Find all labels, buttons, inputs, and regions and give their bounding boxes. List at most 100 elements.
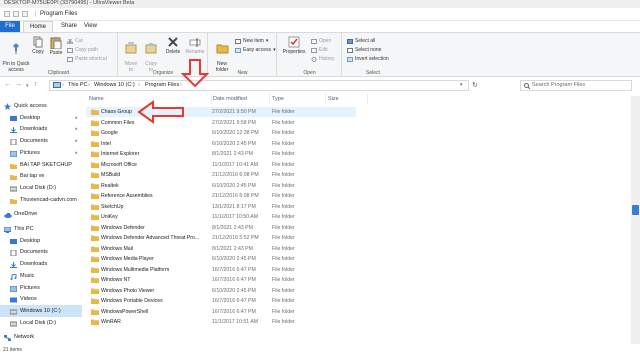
history-label: History — [319, 56, 335, 62]
vertical-scrollbar[interactable] — [631, 96, 640, 344]
paste-shortcut-button[interactable]: Paste shortcut — [67, 56, 107, 62]
nav-item-local-disk-d[interactable]: Local Disk (D:) — [0, 317, 82, 329]
nav-item-windows-10-c[interactable]: Windows 10 (C:) — [0, 304, 82, 317]
cut-button[interactable]: Cut — [67, 38, 83, 44]
folder-icon — [91, 277, 99, 283]
address-dropdown-chevron-icon[interactable]: ▾ — [460, 81, 463, 90]
nav-item-thuviencad-cadvn-com[interactable]: Thuviencad-cadvn.com — [0, 194, 82, 206]
search-input[interactable]: Search Program Files — [520, 80, 632, 91]
nav-item-downloads[interactable]: Downloads — [0, 258, 82, 270]
copy-to-button[interactable]: Copy to — [142, 36, 160, 73]
tab-file[interactable]: File — [0, 21, 20, 32]
file-date-modified: 6/10/2020 2:45 PM — [212, 182, 256, 189]
new-item-button[interactable]: New item ▾ — [235, 38, 268, 44]
file-date-modified: 16/7/2016 6:47 PM — [212, 308, 256, 315]
nav-item-bai-tap-ve[interactable]: Bai tap ve — [0, 170, 82, 182]
file-row[interactable]: WindowsPowerShell 16/7/2016 6:47 PM File f… — [86, 307, 356, 317]
select-none-label: Select none — [355, 47, 382, 53]
nav-item-quick-access[interactable]: Quick access — [0, 100, 82, 112]
nav-item-bai-tap-sketchup[interactable]: BAI TAP SKETCHUP — [0, 159, 82, 171]
back-arrow-icon[interactable]: ← — [4, 81, 11, 88]
remote-viewer-side-tab-icon[interactable] — [632, 205, 639, 215]
select-none-button[interactable]: Select none — [347, 47, 381, 53]
invert-selection-button[interactable]: Invert selection — [347, 56, 389, 62]
breadcrumb-this-pc[interactable]: This PC — [68, 81, 88, 90]
nav-item-network[interactable]: Network — [0, 331, 82, 343]
nav-item-downloads[interactable]: Downloads ★ — [0, 123, 82, 135]
qat-customize-icon[interactable] — [22, 11, 28, 17]
nav-item-music[interactable]: Music — [0, 270, 82, 282]
file-row[interactable]: Windows Media Player 6/10/2020 2:45 PM Fil… — [86, 254, 356, 264]
recent-locations-chevron-icon[interactable]: ▾ — [26, 83, 29, 89]
qat-new-folder-icon[interactable] — [13, 11, 19, 17]
file-row[interactable]: Common Files 27/2/2021 9:58 PM File folder — [86, 118, 356, 128]
nav-item-label: Local Disk (D:) — [20, 319, 57, 326]
breadcrumb-program-files[interactable]: Program Files — [145, 81, 179, 90]
nav-item-pictures[interactable]: Pictures ★ — [0, 147, 82, 159]
copy-path-button[interactable]: Copy path — [67, 47, 98, 53]
file-row[interactable]: Windows Defender 8/1/2021 2:43 PM File fol… — [86, 223, 356, 233]
file-date-modified: 21/12/2016 5:52 PM — [212, 235, 259, 241]
file-row[interactable]: Windows Mail 8/1/2021 2:43 PM File folder — [86, 244, 356, 254]
nav-item-documents[interactable]: Documents — [0, 246, 82, 258]
nav-item-label: Music — [20, 272, 35, 279]
column-header-size[interactable]: Size — [328, 94, 368, 104]
address-box[interactable]: › This PC › Windows 10 (C:) › Program Fi… — [49, 80, 469, 91]
up-arrow-icon[interactable]: ↑ — [34, 81, 38, 88]
nav-item-desktop[interactable]: Desktop ★ — [0, 112, 82, 124]
nav-item-desktop[interactable]: Desktop — [0, 235, 82, 247]
paste-button[interactable]: Paste — [47, 36, 65, 56]
file-row[interactable]: WinRAR 11/1/2017 10:51 AM File folder — [86, 317, 356, 327]
rename-button[interactable]: Rename — [185, 36, 205, 55]
item-count: 21 items — [3, 347, 22, 353]
properties-button[interactable]: Properties — [280, 36, 308, 55]
file-row[interactable]: Windows Photo Viewer 6/10/2020 2:45 PM Fil… — [86, 286, 356, 296]
refresh-icon[interactable]: ↻ — [472, 81, 478, 89]
nav-item-local-disk-d[interactable]: Local Disk (D:) — [0, 182, 82, 194]
qat-separator: | — [35, 11, 37, 17]
invert-selection-icon — [347, 56, 353, 62]
nav-item-pictures[interactable]: Pictures — [0, 282, 82, 294]
tab-view[interactable]: View — [78, 21, 103, 32]
open-group-label: Open — [303, 70, 316, 76]
file-row[interactable]: Realtek 6/10/2020 2:45 PM File folder — [86, 181, 356, 191]
file-row[interactable]: Windows Multimedia Platform 16/7/2016 6:4… — [86, 265, 356, 275]
file-row[interactable]: SketchUp 13/1/2021 8:17 PM File folder — [86, 202, 356, 212]
select-all-button[interactable]: Select all — [347, 38, 375, 44]
file-row[interactable]: MSBuild 21/12/2016 6:08 PM File folder — [86, 170, 356, 180]
file-row[interactable]: Windows Defender Advanced Threat Pro... 2… — [86, 233, 356, 243]
file-row[interactable]: Windows NT 16/7/2016 6:47 PM File folder — [86, 275, 356, 285]
column-header-type[interactable]: Type — [272, 94, 326, 104]
forward-arrow-icon[interactable]: → — [15, 81, 22, 88]
file-row[interactable]: Windows Portable Devices 16/7/2016 6:47 P… — [86, 296, 356, 306]
pictures-icon — [9, 285, 18, 292]
open-button[interactable]: Open — [311, 38, 331, 44]
breadcrumb-windows-10-c[interactable]: Windows 10 (C:) — [94, 81, 135, 90]
qat-properties-icon[interactable] — [4, 11, 10, 17]
file-row[interactable]: Intel 6/10/2020 2:45 PM File folder — [86, 139, 356, 149]
nav-item-this-pc[interactable]: This PC — [0, 223, 82, 235]
easy-access-button[interactable]: Easy access ▾ — [235, 47, 276, 53]
file-row[interactable]: Internet Explorer 8/1/2021 2:43 PM File fo… — [86, 149, 356, 159]
file-row[interactable]: Microsoft Office 11/1/2017 10:41 AM File f… — [86, 160, 356, 170]
nav-item-documents[interactable]: Documents ★ — [0, 135, 82, 147]
edit-button[interactable]: Edit — [311, 47, 328, 53]
delete-label: Delete — [165, 49, 181, 55]
history-button[interactable]: History — [311, 56, 335, 62]
column-header-date[interactable]: Date modified — [213, 94, 270, 104]
pin-icon: ★ — [74, 149, 78, 155]
pin-quick-access-button[interactable]: Pin to Quick access — [2, 36, 30, 73]
nav-item-videos[interactable]: Videos — [0, 293, 82, 305]
file-row[interactable]: Reference Assemblies 21/12/2016 6:08 PM Fi… — [86, 191, 356, 201]
nav-item-label: Windows 10 (C:) — [20, 307, 61, 314]
move-to-button[interactable]: Move to — [122, 36, 140, 73]
tab-home[interactable]: Home — [23, 21, 54, 32]
file-row[interactable]: Google 6/10/2020 12:38 PM File folder — [86, 128, 356, 138]
file-type: File folder — [272, 266, 295, 273]
delete-button[interactable]: Delete — [163, 36, 183, 55]
file-row[interactable]: Chaos Group 27/2/2021 9:50 PM File folder — [86, 107, 356, 117]
file-row[interactable]: UniKey 11/1/2017 10:50 AM File folder — [86, 212, 356, 222]
copy-button[interactable]: Copy — [30, 36, 46, 55]
nav-item-onedrive[interactable]: OneDrive — [0, 208, 82, 220]
new-folder-button[interactable]: New folder — [211, 36, 233, 73]
